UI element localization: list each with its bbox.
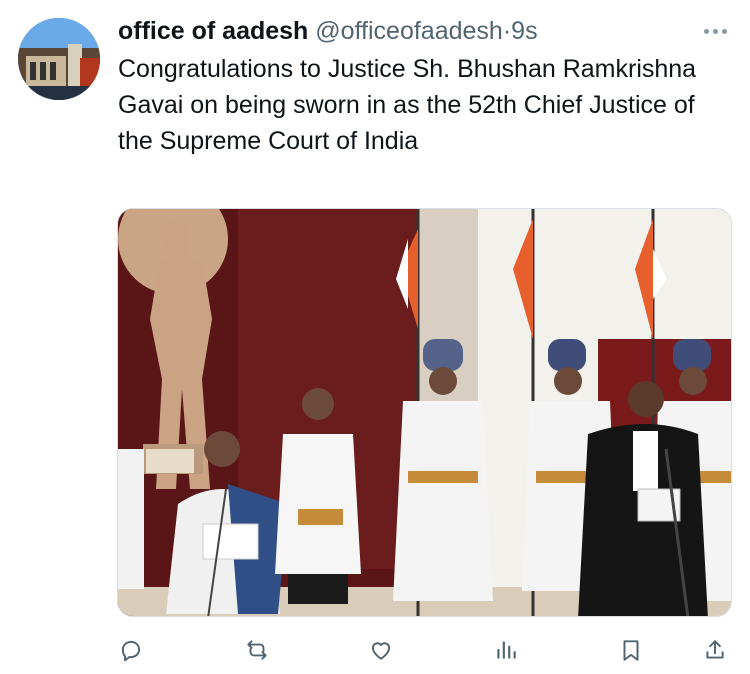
more-icon[interactable]	[698, 22, 732, 40]
tweet-photo[interactable]	[117, 208, 732, 617]
tweet-actions	[0, 630, 750, 670]
tweet-text: Congratulations to Justice Sh. Bhushan R…	[118, 55, 697, 155]
bookmark-icon[interactable]	[611, 630, 651, 670]
handle[interactable]: @officeofaadesh	[315, 17, 503, 45]
avatar[interactable]	[18, 18, 100, 100]
separator-dot: ·	[502, 17, 512, 45]
timestamp[interactable]: 9s	[511, 17, 537, 45]
views-icon[interactable]	[486, 630, 526, 670]
display-name[interactable]: office of aadesh	[118, 17, 308, 45]
like-icon[interactable]	[361, 630, 401, 670]
reply-icon[interactable]	[111, 630, 151, 670]
tweet-header: office of aadesh @officeofaadesh·9s	[118, 14, 538, 48]
share-icon[interactable]	[695, 630, 735, 670]
retweet-icon[interactable]	[237, 630, 277, 670]
